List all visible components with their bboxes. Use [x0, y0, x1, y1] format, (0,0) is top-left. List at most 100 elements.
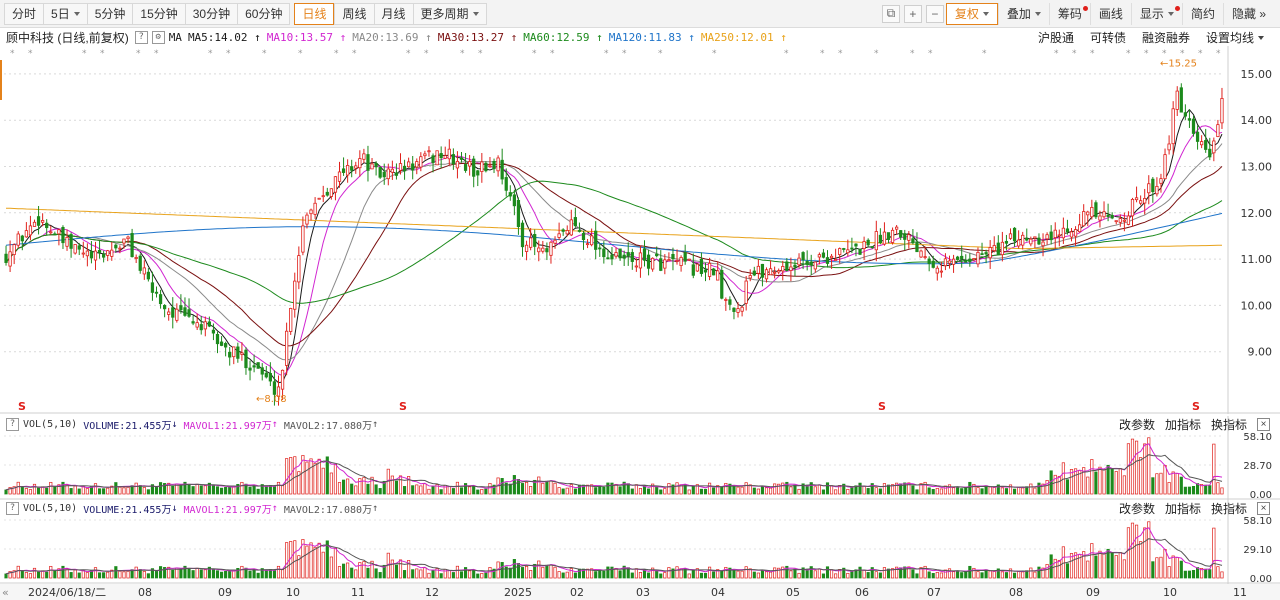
candle-body: [244, 349, 248, 369]
period-fenshi[interactable]: 分时: [4, 2, 44, 25]
volume-bar: [463, 567, 468, 579]
volume-bar: [118, 570, 122, 579]
volume-bar: [85, 572, 89, 579]
candle-body: [1183, 112, 1187, 117]
volume-bar: [354, 485, 358, 495]
candle-body: [1187, 118, 1192, 121]
volume-bar: [988, 570, 992, 579]
x-tick-label: 09: [1086, 586, 1100, 599]
jianyue-button[interactable]: 简约: [1181, 2, 1223, 25]
candle-body: [614, 252, 618, 257]
gear-icon[interactable]: ⚙: [151, 30, 165, 44]
candle-body: [964, 260, 968, 263]
event-star: *: [658, 49, 663, 59]
volume-bar: [268, 485, 272, 495]
volume-bar: [707, 566, 712, 579]
volume-bar: [122, 571, 126, 579]
s-marker: S: [18, 400, 26, 413]
vol-y-tick: 29.10: [1243, 545, 1272, 556]
volume-bars-2[interactable]: 58.10 29.10 0.00: [0, 500, 1280, 584]
volume-bars-1[interactable]: 58.10 28.70 0.00: [0, 416, 1280, 500]
window-icon[interactable]: ⧉: [881, 4, 900, 23]
volume-bar: [317, 458, 321, 495]
settings-ma-dropdown[interactable]: 设置均线: [1206, 29, 1264, 46]
chouma-button[interactable]: 筹码: [1048, 2, 1090, 25]
candle-body: [106, 250, 110, 256]
candle-body: [1204, 140, 1208, 150]
help-icon[interactable]: ?: [134, 30, 148, 44]
y-tick-label: 15.00: [1241, 68, 1273, 81]
notification-dot: [1174, 5, 1180, 11]
candle-body: [968, 258, 972, 262]
candle-body: [724, 299, 728, 301]
volume-bar: [179, 484, 183, 495]
volume-bar: [1033, 487, 1037, 495]
event-star: *: [784, 49, 789, 59]
candle-body: [695, 263, 699, 272]
candle-body: [419, 156, 423, 168]
volume-bar: [976, 571, 980, 579]
volume-bar: [793, 484, 797, 495]
period-60min[interactable]: 60分钟: [237, 2, 291, 25]
volume-bar: [935, 487, 939, 495]
volume-bar: [1159, 556, 1163, 579]
volume-bar: [866, 572, 870, 579]
huaxian-button[interactable]: 画线: [1089, 2, 1131, 25]
fuquan-dropdown[interactable]: 复权: [945, 2, 998, 25]
diejia-dropdown[interactable]: 叠加: [997, 2, 1049, 25]
candle-body: [427, 150, 431, 153]
candle-body: [1012, 227, 1017, 242]
candle-body: [451, 154, 455, 165]
period-5day[interactable]: 5日: [43, 2, 87, 25]
zoom-in-icon[interactable]: +: [903, 4, 922, 23]
link-hugutong[interactable]: 沪股通: [1038, 29, 1074, 46]
volume-bar: [240, 481, 244, 495]
volume-bar: [744, 482, 748, 495]
volume-bar: [585, 568, 590, 579]
zoom-out-icon[interactable]: −: [925, 4, 944, 23]
ma-value-0: MA5:14.02 ↑: [187, 30, 261, 44]
link-kezhuanzhai[interactable]: 可转债: [1090, 29, 1126, 46]
volume-bar: [598, 569, 602, 579]
volume-bar: [834, 489, 838, 495]
candle-body: [232, 346, 236, 358]
period-daily[interactable]: 日线: [294, 2, 335, 25]
more-periods-dropdown[interactable]: 更多周期: [412, 2, 487, 25]
candle-body: [252, 365, 256, 368]
event-star: *: [154, 49, 159, 59]
volume-bar: [1220, 487, 1224, 495]
period-30min[interactable]: 30分钟: [184, 2, 238, 25]
xianshi-dropdown[interactable]: 显示: [1130, 2, 1182, 25]
period-15min[interactable]: 15分钟: [132, 2, 185, 25]
candle-body: [476, 170, 480, 176]
period-5min[interactable]: 5分钟: [86, 2, 133, 25]
event-star: *: [1090, 49, 1095, 59]
candle-body: [886, 232, 891, 240]
candle-body: [557, 233, 561, 238]
volume-bar: [199, 569, 203, 579]
candle-body: [1179, 87, 1183, 113]
volume-bar: [655, 569, 659, 579]
candle-body: [468, 161, 472, 167]
volume-bar: [1134, 524, 1139, 579]
x-tick-label: 10: [1163, 586, 1177, 599]
period-monthly[interactable]: 月线: [373, 2, 413, 25]
volume-bar: [317, 542, 321, 579]
volume-bar: [1045, 564, 1049, 579]
volume-bar: [451, 488, 455, 495]
yincang-button[interactable]: 隐藏 »: [1222, 2, 1274, 25]
candle-body: [211, 329, 216, 334]
candlestick-chart[interactable]: * * * * * * * * * * * * * * * * * * * * * * * * * * * * * * * * * * * * * * 1…: [0, 46, 1280, 414]
candle-body: [313, 202, 317, 215]
volume-bar: [1130, 438, 1135, 495]
link-rongzi[interactable]: 融资融券: [1142, 29, 1190, 46]
candle-body: [411, 163, 415, 171]
volume-bar: [252, 569, 256, 579]
volume-bar: [45, 571, 49, 579]
period-weekly[interactable]: 周线: [334, 2, 374, 25]
candle-body: [919, 250, 923, 258]
candle-body: [622, 254, 626, 259]
volume-bar: [1110, 552, 1114, 579]
volume-bar: [28, 489, 33, 495]
volume-bar: [512, 475, 516, 495]
